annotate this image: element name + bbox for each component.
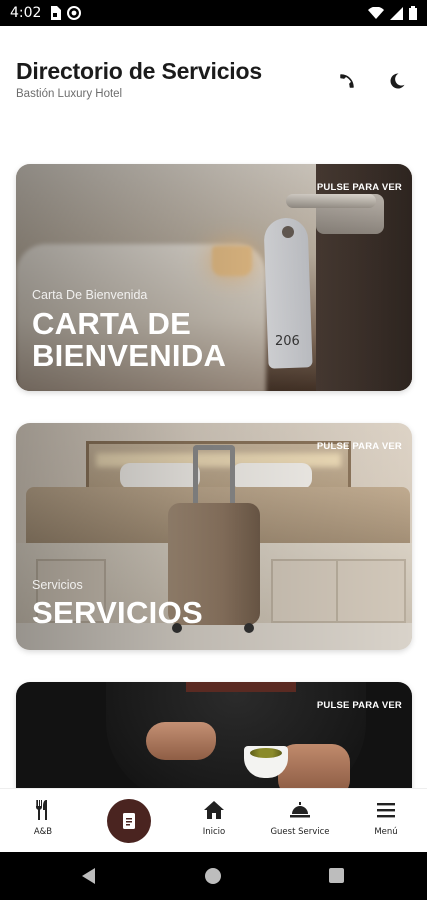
app-header: Directorio de Servicios Bastión Luxury H… xyxy=(0,26,427,138)
olives-image-part xyxy=(250,748,282,758)
battery-icon xyxy=(409,6,417,20)
moon-icon xyxy=(390,73,405,89)
home-circle-icon[interactable] xyxy=(205,868,221,884)
tap-hint: PULSE PARA VER xyxy=(316,182,402,193)
collar-image-part xyxy=(186,682,296,692)
bottom-navigation: A&B Inicio Guest Service Menú xyxy=(0,788,427,852)
card-big-label-line2: BIENVENIDA xyxy=(32,338,227,373)
card-small-label: Carta De Bienvenida xyxy=(32,288,148,302)
nav-label: Menú xyxy=(374,827,398,837)
phone-button[interactable] xyxy=(336,70,358,92)
card-big-label: SERVICIOS xyxy=(32,595,203,630)
status-time: 4:02 xyxy=(10,5,42,21)
system-navigation-bar xyxy=(0,852,427,900)
nav-label: Guest Service xyxy=(270,827,330,837)
page-title: Directorio de Servicios xyxy=(16,58,262,84)
hamburger-menu-icon xyxy=(377,803,395,818)
phone-icon xyxy=(340,74,354,88)
nav-item-documents[interactable] xyxy=(107,799,151,843)
nav-item-home[interactable]: Inicio xyxy=(174,799,254,837)
app-screen: Directorio de Servicios Bastión Luxury H… xyxy=(0,26,427,852)
block-icon xyxy=(67,6,82,20)
back-icon[interactable] xyxy=(82,868,95,884)
recents-icon[interactable] xyxy=(329,868,344,883)
sim-card-icon xyxy=(51,6,62,20)
hotel-name: Bastión Luxury Hotel xyxy=(16,88,123,100)
status-bar: 4:02 xyxy=(0,0,427,26)
tap-hint: PULSE PARA VER xyxy=(316,441,402,452)
cutlery-icon xyxy=(36,800,47,820)
nav-label: A&B xyxy=(33,827,53,837)
document-icon xyxy=(123,813,135,829)
tap-hint: PULSE PARA VER xyxy=(316,700,402,711)
wifi-icon xyxy=(368,7,384,19)
card-big-label-line1: CARTA DE xyxy=(32,306,192,341)
nav-item-food-beverage[interactable]: A&B xyxy=(3,799,83,837)
hand-image-part xyxy=(146,722,216,760)
signal-icon xyxy=(390,6,403,20)
nav-item-menu[interactable]: Menú xyxy=(346,799,426,837)
welcome-letter-card[interactable]: 206 PULSE PARA VER Carta De Bienvenida C… xyxy=(16,164,412,391)
services-card[interactable]: PULSE PARA VER Servicios SERVICIOS xyxy=(16,423,412,650)
status-right-icons xyxy=(368,6,417,20)
card-small-label: Servicios xyxy=(32,578,83,592)
notification-icons xyxy=(49,6,82,20)
dark-mode-button[interactable] xyxy=(386,70,408,92)
nav-item-guest-service[interactable]: Guest Service xyxy=(260,799,340,837)
service-bell-icon xyxy=(290,802,310,818)
nav-label: Inicio xyxy=(202,827,226,837)
home-icon xyxy=(204,801,224,819)
